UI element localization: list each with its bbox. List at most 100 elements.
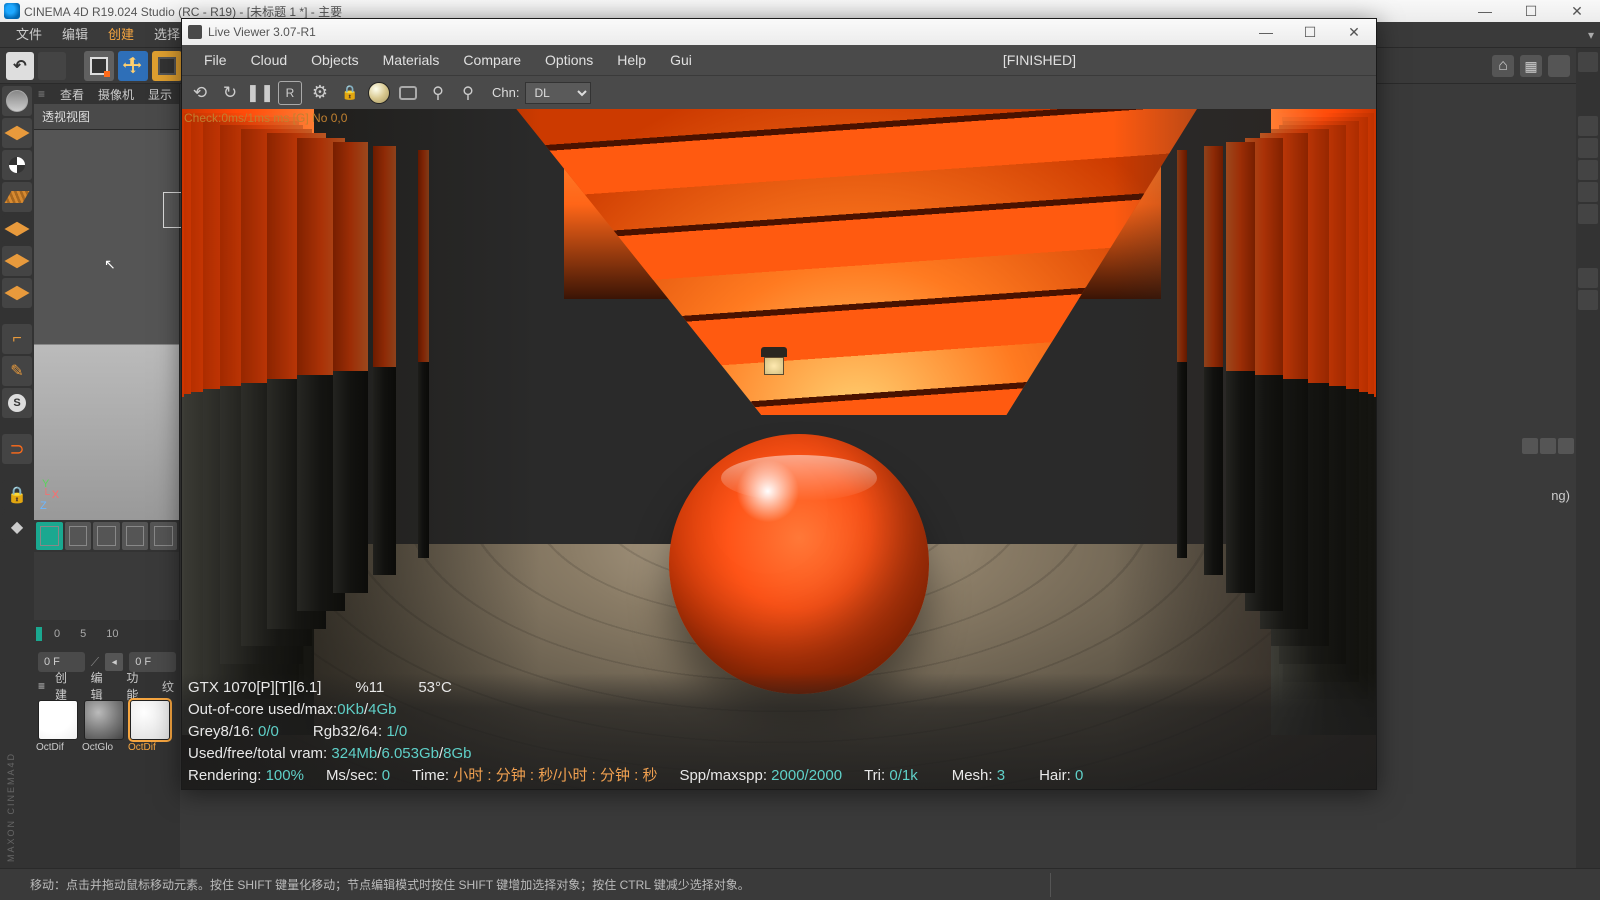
panel-icon-6[interactable] [1578, 268, 1598, 288]
stat-rendering-val: 100% [266, 765, 304, 787]
panel-icon-4[interactable] [1578, 182, 1598, 202]
lv-restart-icon[interactable]: ⟲ [188, 81, 212, 105]
lv-settings-icon[interactable]: ⚙ [308, 81, 332, 105]
attr-gear-icon[interactable] [1558, 438, 1574, 454]
redo-button[interactable] [38, 52, 66, 80]
layout-dropdown-icon[interactable]: ▾ [1582, 28, 1600, 42]
stat-rendering-label: Rendering: [188, 765, 261, 787]
lv-region-icon[interactable]: R [278, 81, 302, 105]
stat-vram-free: 6.053Gb [381, 743, 439, 765]
stat-hair-label: Hair: [1039, 765, 1071, 787]
mat-menu-func[interactable]: 功能 [120, 669, 152, 703]
polygon-mode-icon[interactable] [2, 278, 32, 308]
axis-icon[interactable]: ⌐ [2, 324, 32, 354]
lv-refresh-icon[interactable]: ↻ [218, 81, 242, 105]
layout-toggle-icon[interactable] [1548, 55, 1570, 77]
scale-tool[interactable] [152, 51, 182, 81]
lv-pause-icon[interactable]: ❚❚ [248, 81, 272, 105]
right-tool-column [1576, 48, 1600, 868]
lv-menu-gui[interactable]: Gui [658, 52, 704, 68]
lv-menu-options[interactable]: Options [533, 52, 605, 68]
snap-s-icon[interactable] [2, 388, 32, 418]
mat-menu-tex[interactable]: 纹 [156, 678, 180, 695]
playhead-icon[interactable] [36, 627, 42, 641]
undo-button[interactable]: ↶ [6, 52, 34, 80]
lv-close-button[interactable]: ✕ [1332, 19, 1376, 45]
locked-icon[interactable]: 🔒 [2, 480, 32, 510]
vp-tool-1[interactable] [36, 522, 63, 550]
layout-grid-icon[interactable] [1520, 55, 1542, 77]
lv-maximize-button[interactable]: ☐ [1288, 19, 1332, 45]
lv-clay-icon[interactable] [396, 81, 420, 105]
attr-eye-icon[interactable] [1540, 438, 1556, 454]
panel-icon-3[interactable] [1578, 160, 1598, 180]
lv-menu-help[interactable]: Help [605, 52, 658, 68]
stat-rgb-val: 1/0 [386, 721, 407, 743]
point-mode-icon[interactable] [2, 214, 32, 244]
c4d-minimize-button[interactable]: — [1462, 0, 1508, 22]
c4d-maximize-button[interactable]: ☐ [1508, 0, 1554, 22]
home-icon[interactable] [1492, 55, 1514, 77]
lantern [761, 347, 787, 377]
stat-time-val: 小时 : 分钟 : 秒/小时 : 分钟 : 秒 [453, 765, 657, 787]
workplane-icon[interactable] [2, 182, 32, 212]
vp-menu-camera[interactable]: 摄像机 [92, 86, 140, 103]
model-mode-icon[interactable] [2, 118, 32, 148]
menu-edit[interactable]: 编辑 [52, 23, 98, 47]
lv-menu-compare[interactable]: Compare [451, 52, 533, 68]
search-icon[interactable] [1578, 52, 1598, 72]
vp-tool-5[interactable] [150, 522, 177, 550]
left-tool-column: ⌐ ✎ ⊃ 🔒 ◆ [0, 84, 34, 868]
lv-menu-cloud[interactable]: Cloud [239, 52, 300, 68]
lv-render-canvas[interactable]: Check:0ms/1ms ms [G] No 0,0 [182, 109, 1376, 789]
attribute-tab-peek[interactable]: ng) [1536, 480, 1576, 510]
hamburger-icon[interactable]: ≡ [38, 87, 52, 101]
panel-icon-7[interactable] [1578, 290, 1598, 310]
lv-pick-material-icon[interactable]: ⚲ [456, 81, 480, 105]
pen-tool-icon[interactable]: ✎ [2, 356, 32, 386]
material-preview-icon [84, 700, 124, 740]
material-item-selected[interactable]: OctDif [128, 700, 172, 753]
c4d-close-button[interactable]: ✕ [1554, 0, 1600, 22]
vp-tool-2[interactable] [65, 522, 92, 550]
lv-menu-objects[interactable]: Objects [299, 52, 370, 68]
mouse-cursor-icon: ↖ [104, 256, 116, 273]
move-tool[interactable] [118, 51, 148, 81]
viewport-object-outline [163, 192, 181, 228]
vp-tool-3[interactable] [93, 522, 120, 550]
lv-minimize-button[interactable]: — [1244, 19, 1288, 45]
stat-mssec-label: Ms/sec: [326, 765, 378, 787]
lv-lock-icon[interactable]: 🔒 [338, 81, 362, 105]
panel-icon-1[interactable] [1578, 116, 1598, 136]
menu-file[interactable]: 文件 [6, 23, 52, 47]
live-viewer-window[interactable]: Live Viewer 3.07-R1 — ☐ ✕ File Cloud Obj… [181, 18, 1377, 790]
material-item[interactable]: OctDif [36, 700, 80, 753]
lv-pick-focus-icon[interactable]: ⚲ [426, 81, 450, 105]
vp-tool-4[interactable] [122, 522, 149, 550]
lv-titlebar[interactable]: Live Viewer 3.07-R1 — ☐ ✕ [182, 19, 1376, 45]
viewport-3d[interactable]: ↖ Y └X Z [34, 130, 179, 520]
magnet-icon[interactable]: ⊃ [2, 434, 32, 464]
material-item[interactable]: OctGlo [82, 700, 126, 753]
vp-menu-display[interactable]: 显示 [142, 86, 178, 103]
panel-icon-5[interactable] [1578, 204, 1598, 224]
edge-mode-icon[interactable] [2, 246, 32, 276]
menu-create[interactable]: 创建 [98, 23, 144, 47]
lv-channel-select[interactable]: DL [525, 82, 591, 104]
mat-menu-edit[interactable]: 编辑 [85, 669, 117, 703]
panel-icon-2[interactable] [1578, 138, 1598, 158]
attr-lock-icon[interactable] [1522, 438, 1538, 454]
live-selection-tool[interactable] [84, 51, 114, 81]
extra-tool-icon[interactable]: ◆ [2, 512, 32, 542]
texture-mode-icon[interactable] [2, 150, 32, 180]
hamburger-icon[interactable]: ≡ [38, 679, 45, 693]
material-manager: ≡ 创建 编辑 功能 纹 OctDif OctGlo OctDif [34, 676, 180, 868]
mat-menu-create[interactable]: 创建 [49, 669, 81, 703]
lv-menu-materials[interactable]: Materials [371, 52, 452, 68]
lv-menu-file[interactable]: File [192, 52, 239, 68]
make-editable-icon[interactable] [2, 86, 32, 116]
timeline-ruler[interactable]: 0 5 10 [34, 620, 180, 648]
vp-menu-view[interactable]: 查看 [54, 86, 90, 103]
lv-material-preview-icon[interactable] [368, 82, 390, 104]
stat-spp-val: 2000/2000 [771, 765, 842, 787]
